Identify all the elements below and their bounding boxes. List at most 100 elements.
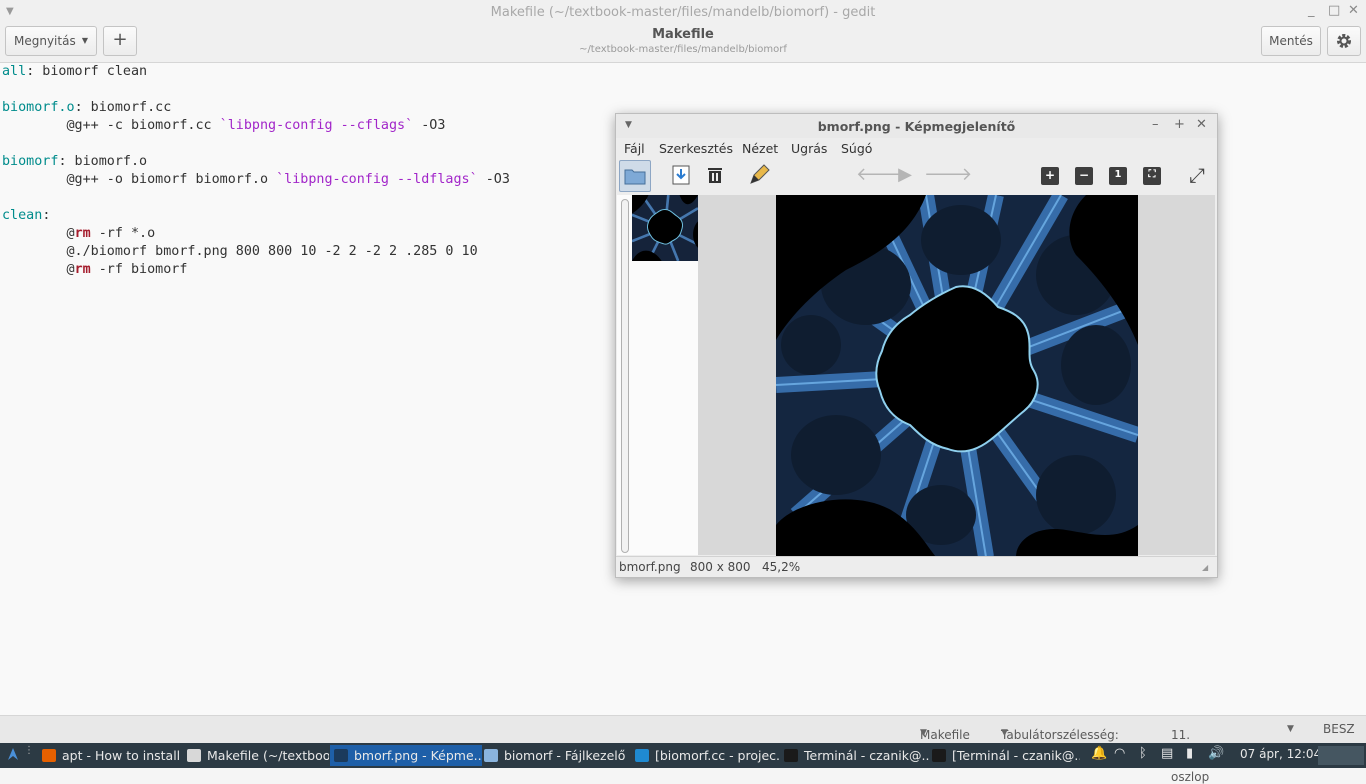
delete-button[interactable] [700,160,730,190]
taskbar-item[interactable]: apt - How to install ... [38,745,182,766]
previous-button[interactable]: 🡐 [856,160,904,190]
maximize-button[interactable]: □ [1328,3,1340,18]
code-line[interactable]: @g++ -o biomorf biomorf.o `libpng-config… [2,172,509,187]
resize-grip-icon[interactable]: ◢ [1202,563,1208,572]
save-image-button[interactable] [666,160,696,190]
edit-button[interactable] [744,160,774,190]
taskbar-item-label: [Terminál - czanik@... [952,748,1080,763]
taskbar-item-label: Makefile (~/textboo... [207,748,329,763]
image-display-area[interactable] [698,195,1215,557]
image-viewer-icon [334,749,348,762]
storage-icon[interactable]: ▤ [1161,746,1173,761]
recipe-text: @g++ -c biomorf.cc [2,118,220,133]
recipe-text: @g++ -o biomorf biomorf.o [2,172,277,187]
document-title: Makefile [652,27,714,42]
zoom-level: 45,2% [762,560,801,574]
code-line[interactable]: @rm -rf *.o [2,226,155,241]
recipe-text: @./biomorf bmorf.png 800 800 10 -2 2 -2 … [2,244,478,259]
recipe-text: -rf biomorf [90,262,188,277]
biomorph-fractal-image [776,195,1138,557]
save-button[interactable]: Mentés [1261,26,1321,56]
minimize-button[interactable]: – [1152,117,1159,132]
zoom-out-button[interactable]: − [1075,167,1093,185]
image-viewer-window: ▼ bmorf.png - Képmegjelenítő – + ✕ Fájl … [615,113,1218,578]
taskbar-item-label: biomorf - Fájlkezelő [504,748,626,763]
close-button[interactable]: ✕ [1196,117,1207,132]
terminal-icon [932,749,946,762]
make-target: biomorf.o [2,100,75,115]
menu-view[interactable]: Nézet [742,141,778,156]
recipe-text: -rf *.o [90,226,156,241]
code-line[interactable]: clean: [2,208,50,223]
taskbar-item[interactable]: Terminál - czanik@... [780,745,929,766]
next-button[interactable]: 🡒 [924,160,972,190]
header-bar: Megnyitás ▼ + Makefile ~/textbook-master… [0,26,1366,63]
gear-menu-button[interactable] [1327,26,1361,56]
viewer-statusbar: bmorf.png 800 x 800 45,2% ◢ [616,556,1217,577]
chevron-down-icon[interactable]: ▼ [1287,724,1294,734]
volume-icon[interactable]: 🔊 [1208,746,1224,761]
window-title: Makefile (~/textbook-master/files/mandel… [490,5,876,20]
clock[interactable]: 07 ápr, 12:04 [1240,747,1321,761]
make-dependencies: : biomorf.cc [74,100,172,115]
keyword: rm [74,262,91,277]
make-target: all [2,64,27,79]
menu-help[interactable]: Súgó [841,141,872,156]
code-line[interactable]: biomorf.o: biomorf.cc [2,100,171,115]
code-line[interactable]: @g++ -c biomorf.cc `libpng-config --cfla… [2,118,445,133]
fit-window-button[interactable]: ⛶ [1143,167,1161,185]
separator-icon: ⋮ [24,745,34,756]
thumbnail-scrollbar[interactable] [621,199,629,553]
download-icon [672,165,690,185]
taskbar-item[interactable]: [biomorf.cc - projec... [631,745,781,766]
menu-edit[interactable]: Szerkesztés [659,141,733,156]
firefox-icon [42,749,56,762]
viewer-titlebar: ▼ bmorf.png - Képmegjelenítő – + ✕ [616,114,1217,138]
recipe-text: -O3 [413,118,446,133]
maximize-button[interactable]: + [1174,117,1185,132]
battery-icon[interactable]: ▮ [1186,746,1193,761]
code-line[interactable]: biomorf: biomorf.o [2,154,147,169]
trash-icon [708,168,722,183]
zoom-in-button[interactable]: + [1041,167,1059,185]
app-menu-icon[interactable] [6,746,20,766]
taskbar-item[interactable]: bmorf.png - Képme... [330,745,482,766]
code-line[interactable]: @rm -rf biomorf [2,262,187,277]
menu-file[interactable]: Fájl [624,141,645,156]
make-target: biomorf [2,154,59,169]
folder-icon [624,169,646,185]
image-dimensions: 800 x 800 [690,560,751,574]
vscode-icon [635,749,649,762]
window-titlebar: ▼ Makefile (~/textbook-master/files/mand… [0,0,1366,26]
code-view[interactable]: all: biomorf clean biomorf.o: biomorf.cc… [2,63,510,279]
text-editor-icon [187,749,201,762]
bluetooth-icon[interactable]: ᛒ [1139,746,1147,761]
gear-icon [1337,34,1351,48]
workspace-switcher[interactable] [1318,746,1364,765]
file-name: bmorf.png [619,560,681,574]
taskbar-item-label: bmorf.png - Képme... [354,748,482,763]
notifications-icon[interactable]: 🔔 [1091,746,1107,761]
taskbar-item[interactable]: biomorf - Fájlkezelő [480,745,632,766]
taskbar-item[interactable]: Makefile (~/textboo... [183,745,329,766]
image-thumbnail[interactable] [632,195,698,261]
pencil-icon [750,164,770,184]
slideshow-button[interactable]: ▶ [890,160,920,190]
minus-icon: − [1078,168,1090,182]
shell-substitution: `libpng-config --cflags` [219,118,414,133]
close-button[interactable]: ✕ [1348,3,1359,18]
open-folder-button[interactable] [619,160,651,192]
taskbar-item-label: apt - How to install ... [62,748,182,763]
wifi-icon[interactable]: ◠ [1114,746,1125,761]
menu-go[interactable]: Ugrás [791,141,827,156]
make-dependencies: : biomorf.o [58,154,148,169]
code-line[interactable]: @./biomorf bmorf.png 800 800 10 -2 2 -2 … [2,244,478,259]
taskbar-item[interactable]: [Terminál - czanik@... [928,745,1080,766]
minimize-button[interactable]: _ [1308,3,1315,18]
actual-size-button[interactable]: 1 [1109,167,1127,185]
plus-icon: + [1044,168,1056,182]
taskbar-item-label: Terminál - czanik@... [804,748,929,763]
code-line[interactable]: all: biomorf clean [2,64,147,79]
fullscreen-button[interactable]: ⤢ [1182,160,1212,190]
play-icon: ▶ [898,164,912,185]
